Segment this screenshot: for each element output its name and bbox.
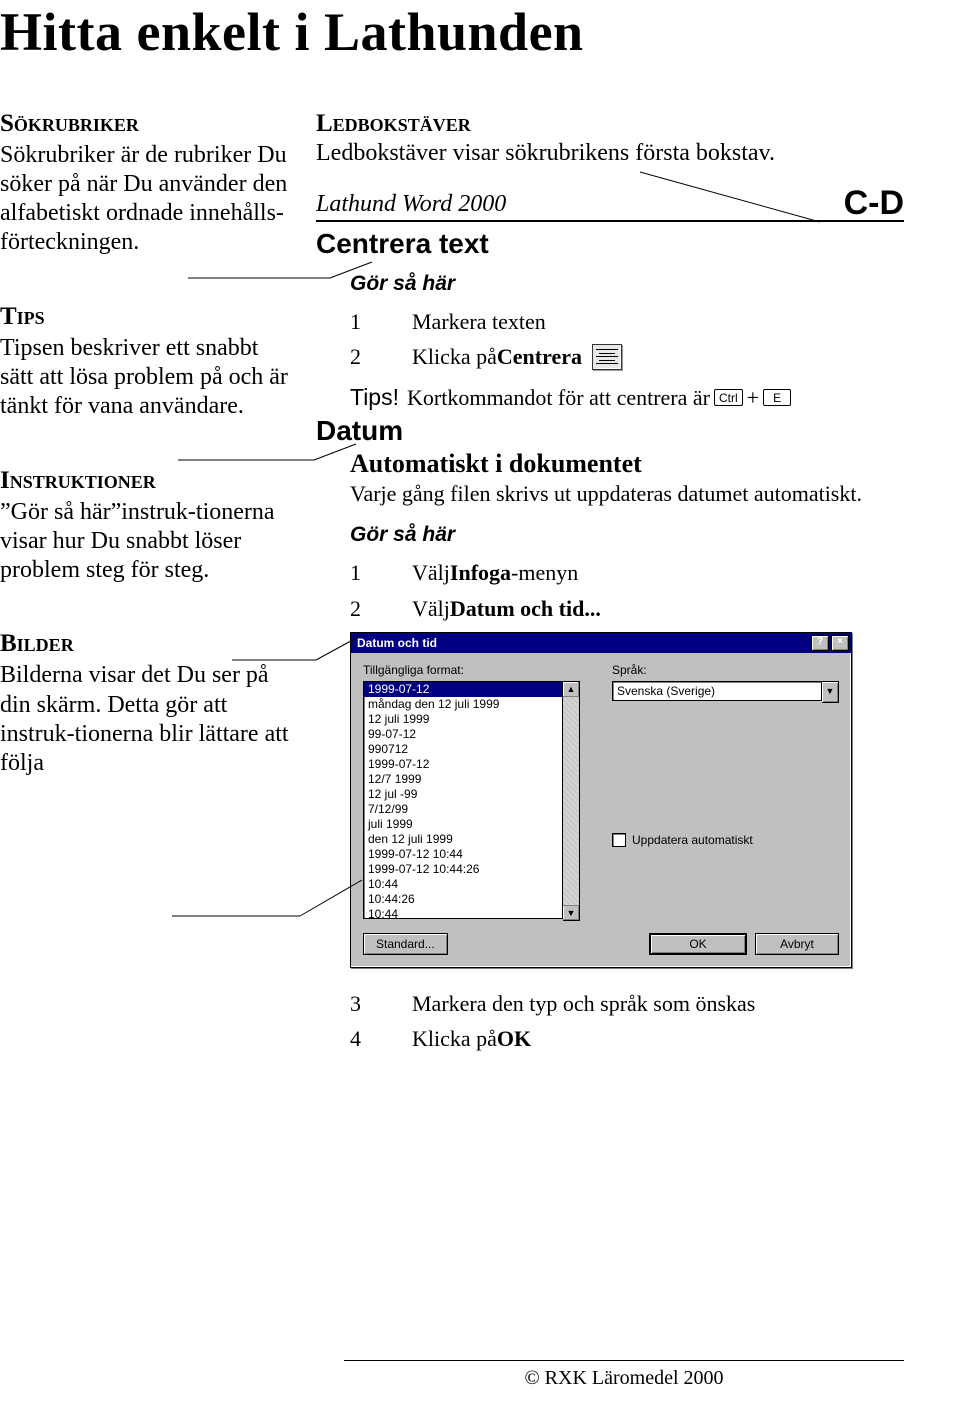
- callout-lines: [0, 0, 960, 1424]
- page: Hitta enkelt i Lathunden Sökrubriker Sök…: [0, 0, 960, 1424]
